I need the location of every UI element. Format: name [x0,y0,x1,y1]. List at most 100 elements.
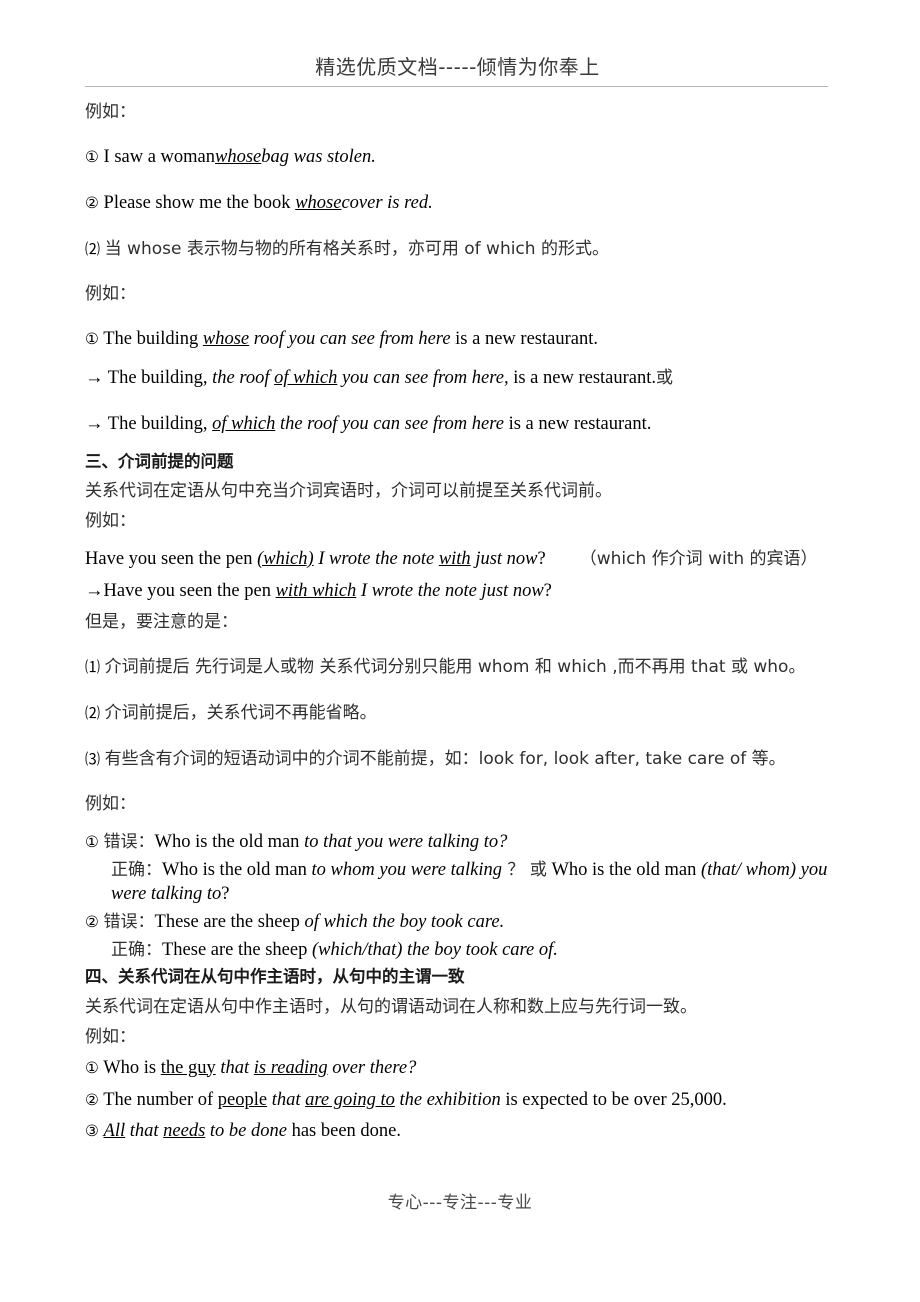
circle-number-2: ② [85,1090,99,1109]
example-italic: to that you were talking to? [304,831,508,852]
highlight-verb: are going to [305,1089,395,1110]
example-plain-tail: ? [543,580,552,601]
circle-number-2: ② [85,913,99,932]
example-italic-a: that [267,1089,306,1110]
rule-whose-of-which: ⑵ 当 whose 表示物与物的所有格关系时，亦可用 of which 的形式。 [85,237,830,262]
example-italic-a: the roof [212,367,275,388]
highlight-of-which: of which [212,413,276,434]
eg-label-5: 例如： [85,1026,136,1047]
example-italic-a: that [215,1057,254,1078]
example-italic-b: to be done [205,1121,287,1142]
example-right-2: 正确：These are the sheep (which/that) the … [85,938,830,963]
example-plain-tail: is a new restaurant. [503,413,652,434]
example-text: Who is [103,1057,161,1078]
example-pen-rewrite: →Have you seen the pen with which I wrot… [85,579,830,604]
example-italic-a: that [125,1121,164,1142]
example-plain-tail: has been done. [286,1121,402,1142]
highlight-whose: whose [295,192,342,213]
eg-label-1: 例如： [85,102,136,122]
example-text: Have you seen the pen [85,548,258,569]
rule-text: 当 whose 表示物与物的所有格关系时，亦可用 of which 的形式。 [104,238,609,259]
example-plain-tail: is a new restaurant. [450,328,598,349]
example-building-alt-2: → The building, of which the roof you ca… [85,412,830,437]
wrong-label: 错误： [103,912,155,933]
example-italic-mid: roof you can see from here [249,328,451,349]
example-text: Have you seen the pen [103,580,276,601]
pen-note: （which 作介词 with 的宾语） [579,548,818,569]
agreement-example-1: ① Who is the guy that is reading over th… [85,1056,830,1081]
example-italic-b: just now [470,548,538,569]
rule-text: 介词前提后，关系代词不再能省略。 [104,702,377,723]
section-heading-four: 四、关系代词在从句中作主语时，从句中的主谓一致 [85,967,465,987]
example-text: Who is the old man [162,859,312,880]
document-body: 精选优质文档-----倾情为你奉上 例如： ① I saw a womanwho… [85,55,830,1144]
or-suffix: 或 [656,367,674,388]
example-text-b: Who is the old man [546,859,701,880]
but-note: 但是，要注意的是： [85,611,238,632]
example-italic-a: I wrote the note just now [356,580,544,601]
example-whose-2: ② Please show me the book whosecover is … [85,191,830,216]
example-plain-tail: is expected to be over 25,000. [500,1089,727,1110]
eg-label-4: 例如： [85,793,136,814]
example-text: These are the sheep [154,912,305,933]
arrow-icon: → [85,580,104,601]
example-italic-a: I wrote the note [313,548,439,569]
example-text: Please show me the book [103,192,296,213]
highlight-verb: is reading [253,1057,328,1078]
example-text: The building [103,328,203,349]
prep-rule-2: ⑵ 介词前提后，关系代词不再能省略。 [85,701,830,726]
paren-number-2: ⑵ [85,703,101,722]
example-right-1: 正确：Who is the old man to whom you were t… [85,858,830,908]
agreement-example-2: ② The number of people that are going to… [85,1088,830,1113]
highlight-antecedent: people [217,1089,268,1110]
prep-rule-3: ⑶ 有些含有介词的短语动词中的介词不能前提，如：look for, look a… [85,747,830,772]
highlight-antecedent: All [103,1121,126,1142]
eg-label-3: 例如： [85,510,136,531]
example-wrong-1: ① 错误：Who is the old man to that you were… [85,830,830,855]
example-italic-tail: bag was stolen. [261,146,376,167]
or-separator: 或 [529,859,547,880]
rule-text: 介词前提后 先行词是人或物 关系代词分别只能用 whom 和 which ,而不… [104,656,806,677]
example-text: The building, [103,413,213,434]
circle-number-1: ① [85,147,99,166]
wrong-label: 错误： [103,831,155,852]
example-italic-a: to whom you were talking [311,859,502,880]
highlight-with: with [438,548,471,569]
example-italic-b: the exhibition [394,1089,501,1110]
highlight-with-which: with which [275,580,357,601]
example-italic: of which the boy took care. [304,912,505,933]
example-whose-1: ① I saw a womanwhosebag was stolen. [85,145,830,170]
agreement-example-3: ③ All that needs to be done has been don… [85,1119,830,1144]
section-four-intro: 关系代词在定语从句中作主语时，从句的谓语动词在人称和数上应与先行词一致。 [85,996,697,1017]
eg-label-2: 例如： [85,283,136,304]
rule-text: 有些含有介词的短语动词中的介词不能前提，如：look for, look aft… [104,748,786,769]
example-text: The number of [103,1089,218,1110]
paren-number-3: ⑶ [85,749,101,768]
example-end: ? [221,884,230,905]
example-text: I saw a woman [103,146,216,167]
circle-number-1: ① [85,329,99,348]
paren-number-2: ⑵ [85,239,101,258]
example-wrong-2: ② 错误：These are the sheep of which the bo… [85,910,830,935]
paren-number-1: ⑴ [85,657,101,676]
highlight-which: (which) [257,548,314,569]
highlight-whose: whose [215,146,262,167]
example-pen: Have you seen the pen (which) I wrote th… [85,547,830,572]
example-italic-b: over there? [327,1057,417,1078]
example-plain-tail: is a new restaurant. [508,367,657,388]
example-text: The building, [103,367,213,388]
arrow-icon: → [85,367,104,388]
circle-number-1: ① [85,832,99,851]
highlight-whose: whose [202,328,250,349]
highlight-verb: needs [163,1121,206,1142]
circle-number-1: ① [85,1058,99,1077]
section-three-intro: 关系代词在定语从句中充当介词宾语时，介词可以前提至关系代词前。 [85,480,612,501]
section-heading-three: 三、介词前提的问题 [85,451,234,471]
example-building-1: ① The building whose roof you can see fr… [85,327,830,352]
example-text: Who is the old man [154,831,305,852]
right-label: 正确： [111,859,162,880]
right-label: 正确： [111,940,162,961]
highlight-of-which: of which [274,367,338,388]
highlight-antecedent: the guy [160,1057,216,1078]
document-header: 精选优质文档-----倾情为你奉上 [315,55,600,79]
